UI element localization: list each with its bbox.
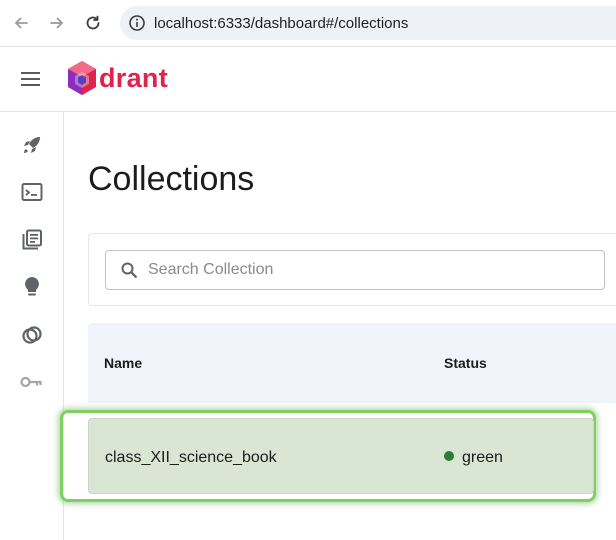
sidebar-item-access-keys[interactable] <box>19 369 45 395</box>
search-icon <box>121 262 137 278</box>
table-row[interactable]: class_XII_science_book green <box>88 418 594 494</box>
console-icon <box>21 183 43 201</box>
sidebar-item-datasets[interactable] <box>19 322 45 348</box>
column-header-name[interactable]: Name <box>104 355 142 371</box>
arrow-right-icon <box>50 17 63 29</box>
qdrant-logo-icon <box>68 61 96 95</box>
hamburger-menu-icon <box>21 72 40 86</box>
forward-button[interactable] <box>46 12 68 34</box>
collections-icon <box>22 229 42 250</box>
app-header: drant <box>0 47 616 112</box>
url-text: localhost:6333/dashboard#/collections <box>154 14 409 32</box>
column-header-status[interactable]: Status <box>444 355 487 371</box>
address-bar[interactable]: localhost:6333/dashboard#/collections <box>120 6 616 40</box>
search-input[interactable]: Search Collection <box>105 250 605 290</box>
sidebar-item-collections[interactable] <box>19 227 45 253</box>
status-text: green <box>462 449 503 466</box>
table-header: Name Status <box>88 323 616 403</box>
reload-button[interactable] <box>82 12 104 34</box>
collection-name-cell[interactable]: class_XII_science_book <box>105 449 277 467</box>
back-button[interactable] <box>10 12 32 34</box>
search-placeholder: Search Collection <box>148 261 274 278</box>
collection-status-cell: green <box>444 449 503 467</box>
lightbulb-icon <box>25 277 39 296</box>
logo-text: drant <box>99 62 168 93</box>
qdrant-logo[interactable]: drant <box>66 60 168 96</box>
status-dot-icon <box>444 451 454 461</box>
browser-toolbar: localhost:6333/dashboard#/collections <box>0 0 616 47</box>
site-info-icon[interactable] <box>128 14 146 32</box>
key-icon <box>20 376 42 388</box>
rocket-icon <box>24 137 40 153</box>
reload-icon <box>86 15 100 30</box>
page-title: Collections <box>88 160 255 198</box>
sidebar-item-console[interactable] <box>19 179 45 205</box>
datasets-icon <box>22 326 42 344</box>
menu-button[interactable] <box>20 70 42 88</box>
sidebar <box>0 112 64 540</box>
main-content: Collections Search Collection Name Statu… <box>60 112 616 540</box>
sidebar-item-welcome[interactable] <box>19 132 45 158</box>
arrow-left-icon <box>15 17 28 29</box>
search-card: Search Collection <box>88 233 616 306</box>
sidebar-item-tutorial[interactable] <box>19 274 45 300</box>
